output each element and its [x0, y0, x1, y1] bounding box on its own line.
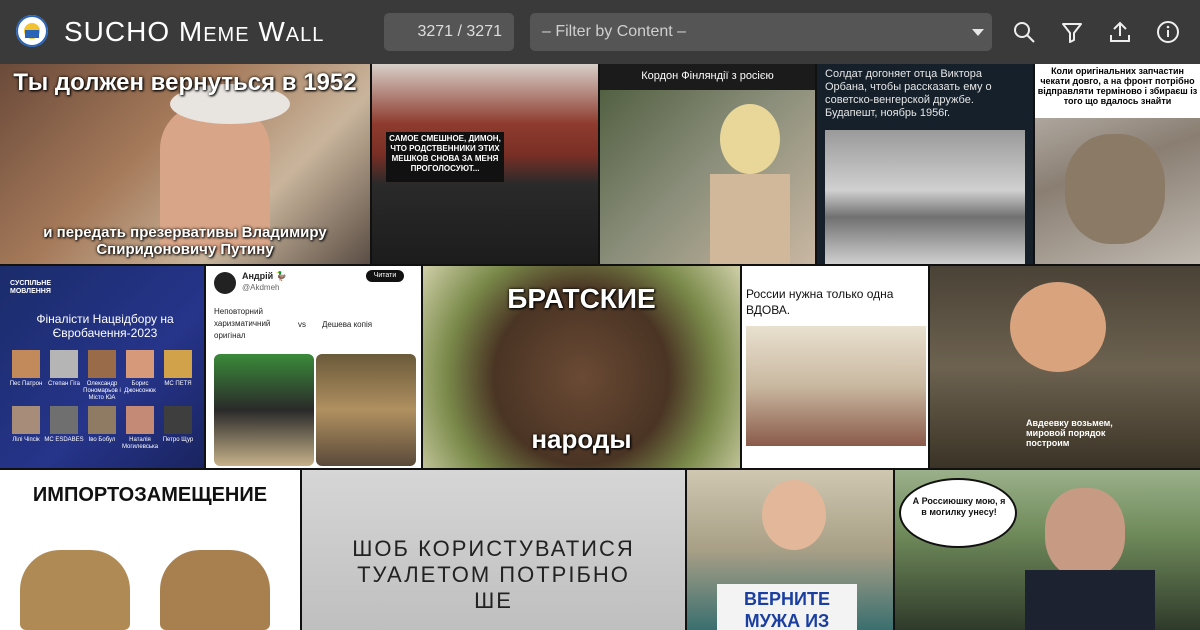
content-filter-select[interactable]: – Filter by Content –	[530, 13, 992, 51]
meme-photo	[825, 130, 1025, 264]
follow-button[interactable]: Читати	[366, 270, 404, 282]
meme-caption: ВЕРНИТЕ МУЖА ИЗ	[744, 589, 830, 630]
meme-tile[interactable]: ШОБ КОРИСТУВАТИСЯ ТУАЛЕТОМ ПОТРІБНО ШЕ	[302, 470, 685, 630]
meme-tile[interactable]: Авдеевку возьмем, мировой порядок постро…	[930, 266, 1200, 468]
finalist-photo	[88, 406, 116, 434]
meme-photo	[720, 104, 780, 174]
finalist-photo	[88, 350, 116, 378]
meme-caption: Коли оригінальних запчастин чекати довго…	[1037, 66, 1198, 106]
meme-photo	[1025, 570, 1155, 630]
meme-caption: Фіналісти Нацвідбору на Євробачення-2023	[36, 312, 174, 340]
meme-tile[interactable]: Солдат догоняет отца Виктора Орбана, что…	[817, 64, 1033, 264]
broadcaster-logo: СУСПІЛЬНЕ МОВЛЕННЯ	[10, 280, 52, 295]
meme-caption: Ты должен вернуться в 1952	[13, 69, 357, 96]
upload-icon[interactable]	[1108, 20, 1132, 44]
meme-tile[interactable]: Кордон Фінляндії з росією	[600, 64, 815, 264]
meme-caption: А Россиюшку мою, я в могилку унесу!	[912, 496, 1006, 517]
tweet-text: Дешева копія	[322, 320, 373, 329]
meme-photo	[214, 354, 314, 466]
meme-photo	[710, 174, 790, 264]
meme-tile[interactable]: Ты должен вернуться в 1952 и передать пр…	[0, 64, 370, 264]
finalist-photo	[126, 350, 154, 378]
tweet-text: vs	[298, 320, 306, 329]
filter-icon[interactable]	[1060, 20, 1084, 44]
meme-caption: ИМПОРТОЗАМЕЩЕНИЕ	[32, 484, 268, 506]
meme-tile[interactable]: ИМПОРТОЗАМЕЩЕНИЕ	[0, 470, 300, 630]
meme-tile[interactable]: САМОЕ СМЕШНОЕ, ДИМОН, ЧТО РОДСТВЕННИКИ Э…	[372, 64, 598, 264]
meme-wall: Ты должен вернуться в 1952 и передать пр…	[0, 64, 1200, 630]
image-counter: 3271 / 3271	[384, 13, 514, 51]
finalist-photo	[164, 350, 192, 378]
meme-caption: БРАТСКИЕ	[507, 283, 656, 314]
finalist-name: Борис Джонсонюк	[124, 381, 156, 394]
meme-caption: ШОБ КОРИСТУВАТИСЯ ТУАЛЕТОМ ПОТРІБНО ШЕ	[352, 536, 635, 613]
meme-tile[interactable]: БРАТСКИЕ народы	[423, 266, 740, 468]
finalist-photo	[12, 406, 40, 434]
meme-photo	[1010, 282, 1106, 372]
meme-photo	[746, 326, 926, 446]
finalist-name: Петро Щур	[162, 437, 194, 443]
meme-photo	[160, 550, 270, 630]
finalist-name: МС ПЕТЯ	[164, 381, 192, 387]
meme-caption: Кордон Фінляндії з росією	[641, 70, 774, 82]
finalist-photo	[12, 350, 40, 378]
finalist-name: Степан Гіга	[48, 381, 80, 387]
meme-tile[interactable]: ВЕРНИТЕ МУЖА ИЗ	[687, 470, 893, 630]
meme-photo	[1045, 488, 1125, 578]
sucho-logo[interactable]	[16, 15, 48, 47]
app-title: SUCHO Meme Wall	[64, 16, 325, 47]
finalist-photo	[164, 406, 192, 434]
tweet-text: Неповторний харизматичний оригінал	[214, 307, 271, 340]
meme-caption: Солдат догоняет отца Виктора Орбана, что…	[825, 68, 992, 119]
filter-placeholder: – Filter by Content –	[542, 23, 687, 40]
finalist-name: Іво Бобул	[88, 437, 116, 443]
meme-tile[interactable]: А Россиюшку мою, я в могилку унесу!	[895, 470, 1200, 630]
meme-photo	[316, 354, 416, 466]
meme-caption: САМОЕ СМЕШНОЕ, ДИМОН, ЧТО РОДСТВЕННИКИ Э…	[389, 134, 501, 173]
meme-photo	[762, 480, 826, 550]
meme-caption: России нужна только одна ВДОВА.	[746, 287, 894, 317]
meme-caption: Авдеевку возьмем, мировой порядок постро…	[1026, 418, 1113, 448]
finalist-name: МС ESDABES	[44, 437, 84, 443]
finalist-name: Олександр Пономарьов і Місто ЮА	[83, 381, 121, 401]
finalist-photo	[126, 406, 154, 434]
finalist-photo	[50, 406, 78, 434]
top-bar: SUCHO Meme Wall 3271 / 3271 – Filter by …	[0, 0, 1200, 64]
meme-caption: и передать презервативы Владимиру Спирид…	[43, 224, 327, 258]
finalist-name: Пес Патрон	[9, 381, 43, 387]
avatar	[214, 272, 236, 294]
tweet-handle: @Akdmeh	[242, 283, 280, 292]
meme-photo	[20, 550, 130, 630]
finalist-photo	[50, 350, 78, 378]
meme-caption: народы	[531, 424, 632, 455]
meme-tile[interactable]: Коли оригінальних запчастин чекати довго…	[1035, 64, 1200, 264]
search-icon[interactable]	[1012, 20, 1036, 44]
info-icon[interactable]	[1156, 20, 1180, 44]
meme-tile[interactable]: СУСПІЛЬНЕ МОВЛЕННЯ Фіналісти Нацвідбору …	[0, 266, 204, 468]
meme-tile[interactable]: Андрій 🦆 @Akdmeh Читати Неповторний хари…	[206, 266, 421, 468]
finalist-name: Лілі Чіпсік	[12, 437, 40, 443]
meme-photo	[1065, 134, 1165, 244]
meme-tile[interactable]: России нужна только одна ВДОВА.	[742, 266, 928, 468]
chevron-down-icon	[972, 29, 984, 36]
finalist-name: Наталія Могилевська	[121, 437, 159, 450]
